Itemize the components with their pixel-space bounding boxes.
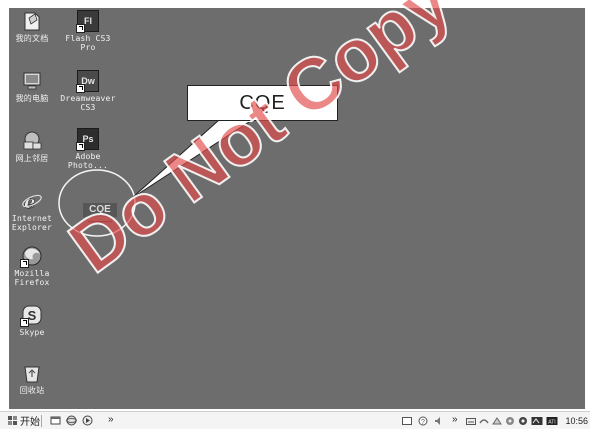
highlight-ellipse (58, 169, 136, 237)
antivirus-icon[interactable] (505, 416, 515, 426)
clock[interactable]: 10:56 (565, 416, 588, 426)
display-adapter-icon[interactable] (531, 416, 543, 426)
svg-text:ATI: ATI (548, 420, 555, 426)
ati-catalyst-icon[interactable]: ATI (546, 416, 558, 426)
callout-pointer (58, 119, 254, 237)
windows-logo-icon (8, 415, 17, 425)
start-button[interactable]: 开始 (6, 414, 44, 428)
settings-gear-icon[interactable] (518, 416, 528, 426)
keyboard-icon[interactable] (466, 416, 476, 426)
browser-quicklaunch-icon[interactable] (66, 415, 77, 426)
quicklaunch-chevron[interactable]: » (108, 414, 114, 425)
network-status-icon[interactable] (479, 416, 489, 426)
safely-remove-icon[interactable] (492, 416, 502, 426)
help-icon[interactable]: ? (418, 416, 428, 426)
tray-chevron[interactable]: » (452, 414, 458, 425)
show-desktop-icon[interactable] (50, 415, 61, 426)
taskbar: 开始 » ? » ATI 10:56 (0, 411, 590, 429)
speaker-icon[interactable] (434, 416, 444, 426)
input-method-icon[interactable] (402, 416, 412, 426)
system-tray: ? » ATI 10:56 (390, 412, 590, 430)
media-player-icon[interactable] (82, 415, 93, 426)
start-label: 开始 (20, 417, 40, 428)
callout-tail (131, 119, 254, 199)
taskbar-separator (41, 415, 42, 427)
svg-text:?: ? (421, 419, 425, 426)
callout-label: CQE (187, 85, 338, 121)
